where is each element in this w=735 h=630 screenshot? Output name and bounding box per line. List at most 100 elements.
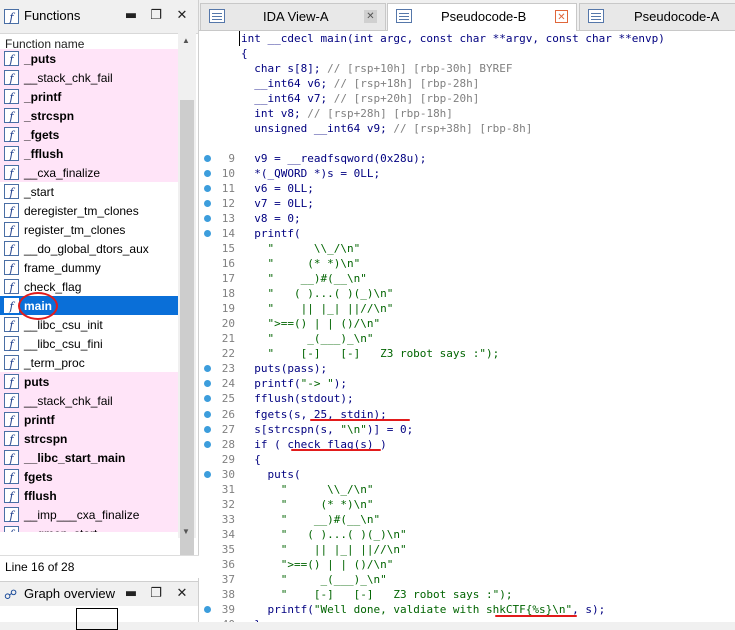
code-line[interactable]: 16 " (* *)\n" bbox=[199, 256, 735, 271]
code-line[interactable]: 15 " \\_/\n" bbox=[199, 241, 735, 256]
code-line[interactable]: 18 " ( )...( )(_)\n" bbox=[199, 286, 735, 301]
code-line[interactable]: 26 fgets(s, 25, stdin); bbox=[199, 407, 735, 422]
code-line[interactable]: __int64 v6; // [rsp+18h] [rbp-28h] bbox=[199, 76, 735, 91]
code-line[interactable]: 17 " __)#(__\n" bbox=[199, 271, 735, 286]
function-item[interactable]: f _term_proc bbox=[0, 353, 178, 372]
code-line[interactable]: 23 puts(pass); bbox=[199, 361, 735, 376]
code-line[interactable]: 14 printf( bbox=[199, 226, 735, 241]
code-line[interactable]: char s[8]; // [rsp+10h] [rbp-30h] BYREF bbox=[199, 61, 735, 76]
code-text: *(_QWORD *)s = 0LL; bbox=[241, 166, 380, 181]
function-item[interactable]: f strcspn bbox=[0, 429, 178, 448]
code-text: " __)#(__\n" bbox=[241, 271, 366, 286]
code-line[interactable]: __int64 v7; // [rsp+20h] [rbp-20h] bbox=[199, 91, 735, 106]
code-line[interactable]: int __cdecl main(int argc, const char **… bbox=[199, 31, 735, 46]
function-item[interactable]: f __imp___cxa_finalize bbox=[0, 505, 178, 524]
function-item[interactable]: f fgets bbox=[0, 467, 178, 486]
function-icon: f bbox=[4, 241, 19, 256]
function-item[interactable]: f _fgets bbox=[0, 125, 178, 144]
function-item[interactable]: f _strcspn bbox=[0, 106, 178, 125]
function-icon: f bbox=[4, 298, 19, 313]
code-line[interactable]: 39 printf("Well done, valdiate with shkC… bbox=[199, 602, 735, 617]
line-number: 31 bbox=[221, 482, 235, 496]
pseudocode-view[interactable]: int __cdecl main(int argc, const char **… bbox=[199, 31, 735, 622]
close-icon[interactable]: ✕ bbox=[175, 587, 189, 601]
function-list-scrollbar[interactable]: ▲ ▼ bbox=[178, 33, 196, 558]
tab-pseudocode-b[interactable]: Pseudocode-B ✕ bbox=[387, 3, 577, 31]
function-icon: f bbox=[4, 108, 19, 123]
function-list[interactable]: f _puts f __stack_chk_fail f _printf f _strcspn… bbox=[0, 49, 178, 532]
code-line[interactable]: { bbox=[199, 46, 735, 61]
function-item[interactable]: f _printf bbox=[0, 87, 178, 106]
function-item[interactable]: f __libc_start_main bbox=[0, 448, 178, 467]
code-line[interactable]: 24 printf("-> "); bbox=[199, 376, 735, 391]
tab-close-icon[interactable]: ✕ bbox=[555, 10, 568, 23]
function-item[interactable]: f _fflush bbox=[0, 144, 178, 163]
code-line[interactable]: 25 fflush(stdout); bbox=[199, 391, 735, 406]
function-item[interactable]: f __stack_chk_fail bbox=[0, 391, 178, 410]
minimize-icon[interactable]: ▬ bbox=[124, 587, 138, 601]
function-item[interactable]: f frame_dummy bbox=[0, 258, 178, 277]
code-line[interactable]: 30 puts( bbox=[199, 467, 735, 482]
scroll-up-icon[interactable]: ▲ bbox=[182, 36, 190, 45]
scroll-down-icon[interactable]: ▼ bbox=[182, 527, 190, 536]
function-item[interactable]: f _start bbox=[0, 182, 178, 201]
code-line[interactable]: 27 s[strcspn(s, "\n")] = 0; bbox=[199, 422, 735, 437]
function-item[interactable]: f __do_global_dtors_aux bbox=[0, 239, 178, 258]
function-item[interactable]: f __stack_chk_fail bbox=[0, 68, 178, 87]
function-item[interactable]: f check_flag bbox=[0, 277, 178, 296]
code-line[interactable]: 28 if ( check_flag(s) ) bbox=[199, 437, 735, 452]
code-line[interactable]: 29 { bbox=[199, 452, 735, 467]
code-line[interactable]: 9 v9 = __readfsqword(0x28u); bbox=[199, 151, 735, 166]
tab-ida-view-a[interactable]: IDA View-A ✕ bbox=[200, 3, 386, 30]
code-comment: // [rsp+10h] [rbp-30h] BYREF bbox=[327, 62, 513, 76]
code-text: s[strcspn(s, "\n")] = 0; bbox=[241, 422, 413, 437]
code-line[interactable]: 22 " [-] [-] Z3 robot says :"); bbox=[199, 346, 735, 361]
code-line[interactable]: 34 " ( )...( )(_)\n" bbox=[199, 527, 735, 542]
code-token: __int64 v6; bbox=[241, 77, 334, 91]
code-line[interactable]: 21 " _(___)_\n" bbox=[199, 331, 735, 346]
restore-icon[interactable]: ❐ bbox=[149, 9, 163, 23]
code-line[interactable]: 13 v8 = 0; bbox=[199, 211, 735, 226]
code-line[interactable]: 33 " __)#(__\n" bbox=[199, 512, 735, 527]
function-item[interactable]: f fflush bbox=[0, 486, 178, 505]
code-line[interactable]: 10 *(_QWORD *)s = 0LL; bbox=[199, 166, 735, 181]
line-number: 26 bbox=[221, 407, 235, 421]
code-line[interactable]: 12 v7 = 0LL; bbox=[199, 196, 735, 211]
function-item[interactable]: f __gmon_start__ bbox=[0, 524, 178, 532]
function-item[interactable]: f deregister_tm_clones bbox=[0, 201, 178, 220]
code-token: )] = 0; bbox=[366, 422, 414, 436]
code-string: " || |_| ||//\n" bbox=[241, 542, 407, 556]
function-item[interactable]: f puts bbox=[0, 372, 178, 391]
function-item-selected[interactable]: f main bbox=[0, 296, 178, 315]
function-item[interactable]: f register_tm_clones bbox=[0, 220, 178, 239]
graph-overview-canvas[interactable] bbox=[0, 606, 198, 630]
function-name: __libc_start_main bbox=[24, 450, 126, 465]
code-line[interactable]: 31 " \\_/\n" bbox=[199, 482, 735, 497]
code-line[interactable]: int v8; // [rsp+28h] [rbp-18h] bbox=[199, 106, 735, 121]
code-line[interactable]: 37 " _(___)_\n" bbox=[199, 572, 735, 587]
graph-viewport-box[interactable] bbox=[76, 608, 118, 630]
close-icon[interactable]: ✕ bbox=[175, 9, 189, 23]
code-line[interactable]: 35 " || |_| ||//\n" bbox=[199, 542, 735, 557]
code-line[interactable]: 40 } bbox=[199, 617, 735, 622]
function-item[interactable]: f __libc_csu_init bbox=[0, 315, 178, 334]
function-item[interactable]: f _puts bbox=[0, 49, 178, 68]
tab-close-icon[interactable]: ✕ bbox=[364, 10, 377, 23]
code-line[interactable]: 36 ">==() | | ()/\n" bbox=[199, 557, 735, 572]
minimize-icon[interactable]: ▬ bbox=[124, 9, 138, 23]
code-line[interactable] bbox=[199, 136, 735, 151]
code-line[interactable]: 38 " [-] [-] Z3 robot says :"); bbox=[199, 587, 735, 602]
code-line[interactable]: 11 v6 = 0LL; bbox=[199, 181, 735, 196]
restore-icon[interactable]: ❐ bbox=[149, 587, 163, 601]
code-line[interactable]: 20 ">==() | | ()/\n" bbox=[199, 316, 735, 331]
function-item[interactable]: f __cxa_finalize bbox=[0, 163, 178, 182]
scrollbar-thumb[interactable] bbox=[180, 100, 194, 558]
code-line[interactable]: unsigned __int64 v9; // [rsp+38h] [rbp-8… bbox=[199, 121, 735, 136]
code-line[interactable]: 19 " || |_| ||//\n" bbox=[199, 301, 735, 316]
function-item[interactable]: f printf bbox=[0, 410, 178, 429]
function-item[interactable]: f __libc_csu_fini bbox=[0, 334, 178, 353]
tab-pseudocode-a[interactable]: Pseudocode-A bbox=[579, 3, 735, 30]
code-line[interactable]: 32 " (* *)\n" bbox=[199, 497, 735, 512]
code-string: ">==() | | ()/\n" bbox=[241, 557, 394, 571]
tab-bar: IDA View-A ✕ Pseudocode-B ✕ Pseudocode-A bbox=[199, 0, 735, 31]
